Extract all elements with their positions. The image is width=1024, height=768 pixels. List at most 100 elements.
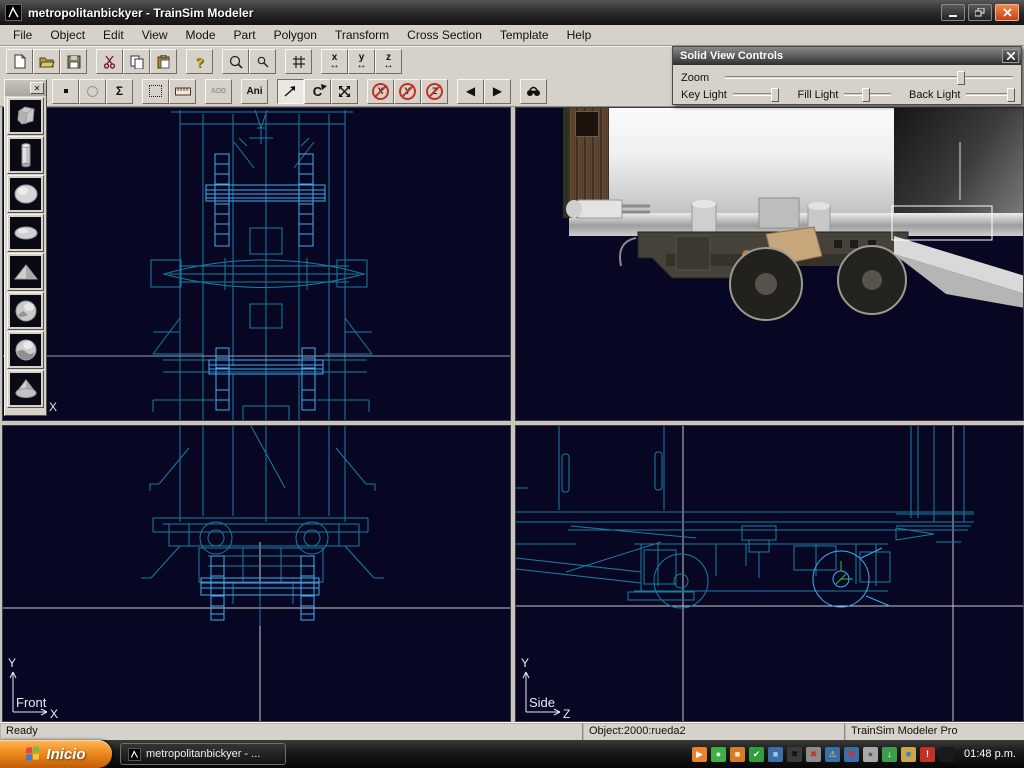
menu-file[interactable]: File [4, 26, 41, 44]
menu-edit[interactable]: Edit [94, 26, 133, 44]
file-sync-icon[interactable]: ■ [901, 747, 916, 762]
lock-x-button[interactable]: X [367, 79, 394, 104]
point-mode-icon[interactable] [52, 79, 79, 104]
copy-icon[interactable] [123, 49, 150, 74]
network-places-icon[interactable]: ■ [768, 747, 783, 762]
menu-template[interactable]: Template [491, 26, 558, 44]
solid-view-controls-titlebar[interactable]: Solid View Controls [673, 47, 1021, 65]
polyline-mode-button[interactable]: Σ [106, 79, 133, 104]
cone-primitive-button[interactable] [7, 370, 44, 408]
help-icon[interactable]: ? [186, 49, 213, 74]
close-button[interactable] [995, 4, 1019, 21]
open-file-icon[interactable] [33, 49, 60, 74]
viewport-front-top[interactable]: X [2, 107, 511, 421]
network-warning-icon[interactable]: ⚠ [825, 747, 840, 762]
hemisphere-primitive-button[interactable] [7, 331, 44, 369]
panel-close-icon[interactable] [1002, 49, 1019, 63]
add-part-button[interactable]: ADD [205, 79, 232, 104]
constrain-x-button[interactable]: x↔ [321, 49, 348, 74]
start-button-label: Inicio [46, 746, 85, 763]
scale-tool-icon[interactable] [331, 79, 358, 104]
axis-x-label: X [49, 400, 57, 414]
viewport-render[interactable] [515, 107, 1024, 421]
color-grid-app-icon[interactable] [939, 747, 954, 762]
geosphere-primitive-button[interactable] [7, 292, 44, 330]
cut-icon[interactable] [96, 49, 123, 74]
prev-part-button[interactable]: ◀ [457, 79, 484, 104]
menu-help[interactable]: Help [558, 26, 601, 44]
menu-transform[interactable]: Transform [326, 26, 398, 44]
zoom-out-icon[interactable] [249, 49, 276, 74]
animation-button[interactable]: Ani [241, 79, 268, 104]
new-file-icon[interactable] [6, 49, 33, 74]
shape-toolbar-close-icon[interactable]: ✕ [30, 82, 44, 94]
lock-y-button[interactable]: Y [394, 79, 421, 104]
audio-volume-icon[interactable]: ● [863, 747, 878, 762]
zoom-slider-thumb[interactable] [957, 71, 965, 85]
taskbar-clock[interactable]: 01:48 p.m. [964, 748, 1016, 760]
next-part-button[interactable]: ▶ [484, 79, 511, 104]
start-button[interactable]: Inicio [0, 740, 112, 768]
menu-view[interactable]: View [133, 26, 177, 44]
messenger-icon[interactable]: ● [711, 747, 726, 762]
viewport-name-label: Front [16, 695, 47, 710]
zoom-label: Zoom [681, 72, 725, 84]
lock-z-button[interactable]: Z [421, 79, 448, 104]
fill-light-label: Fill Light [797, 89, 838, 101]
marquee-select-icon[interactable] [142, 79, 169, 104]
jack-utility-icon[interactable]: ✖ [787, 747, 802, 762]
box-primitive-button[interactable] [7, 97, 44, 135]
menu-bar: File Object Edit View Mode Part Polygon … [0, 25, 1024, 46]
constrain-y-button[interactable]: y↔ [348, 49, 375, 74]
back-light-slider-thumb[interactable] [1007, 88, 1015, 102]
key-light-slider[interactable] [733, 93, 780, 96]
photo-manager-icon[interactable]: ■ [730, 747, 745, 762]
zoom-in-icon[interactable] [222, 49, 249, 74]
selected-origin-marker [836, 561, 853, 584]
app-icon [5, 4, 22, 21]
wedge-primitive-button[interactable] [7, 253, 44, 291]
circle-mode-icon[interactable] [79, 79, 106, 104]
trainsim-modeler-window: metropolitanbickyer - TrainSim Modeler F… [0, 0, 1024, 768]
taskbar-task-trainsim[interactable]: metropolitanbickyer - ... [120, 743, 286, 765]
shape-primitives-toolbar: ✕ [4, 79, 47, 416]
back-light-slider[interactable] [966, 93, 1013, 96]
media-player-icon[interactable]: ▶ [692, 747, 707, 762]
menu-object[interactable]: Object [41, 26, 94, 44]
menu-part[interactable]: Part [225, 26, 265, 44]
fill-light-slider-thumb[interactable] [862, 88, 870, 102]
panel-title: Solid View Controls [680, 50, 1002, 62]
find-icon[interactable] [520, 79, 547, 104]
security-alert-icon[interactable]: ! [920, 747, 935, 762]
device-removed-icon[interactable]: ✖ [806, 747, 821, 762]
viewport-front-bottom[interactable]: Y Front X [2, 425, 511, 722]
network-disconnected-icon[interactable]: ✖ [844, 747, 859, 762]
key-light-slider-thumb[interactable] [771, 88, 779, 102]
window-title: metropolitanbickyer - TrainSim Modeler [28, 6, 253, 20]
title-bar: metropolitanbickyer - TrainSim Modeler [0, 0, 1024, 25]
zoom-slider-row: Zoom [681, 69, 1013, 86]
menu-polygon[interactable]: Polygon [265, 26, 326, 44]
antivirus-ok-icon[interactable]: ✔ [749, 747, 764, 762]
shape-toolbar-titlebar[interactable]: ✕ [5, 80, 46, 96]
zoom-slider[interactable] [725, 76, 1013, 79]
paste-icon[interactable] [150, 49, 177, 74]
restore-button[interactable] [968, 4, 992, 21]
viewport-name-label: Side [529, 695, 555, 710]
minimize-button[interactable] [941, 4, 965, 21]
status-object-info: Object:2000:rueda2 [583, 723, 845, 740]
save-file-icon[interactable] [60, 49, 87, 74]
menu-mode[interactable]: Mode [177, 26, 225, 44]
rotate-tool-icon[interactable]: C [304, 79, 331, 104]
disc-primitive-button[interactable] [7, 214, 44, 252]
sphere-primitive-button[interactable] [7, 175, 44, 213]
update-download-icon[interactable]: ↓ [882, 747, 897, 762]
cylinder-primitive-button[interactable] [7, 136, 44, 174]
move-tool-icon[interactable] [277, 79, 304, 104]
fill-light-slider[interactable] [844, 93, 891, 96]
viewport-side[interactable]: Y Side Z [515, 425, 1024, 722]
grid-toggle-icon[interactable] [285, 49, 312, 74]
constrain-z-button[interactable]: z↔ [375, 49, 402, 74]
ruler-icon[interactable] [169, 79, 196, 104]
menu-cross-section[interactable]: Cross Section [398, 26, 491, 44]
